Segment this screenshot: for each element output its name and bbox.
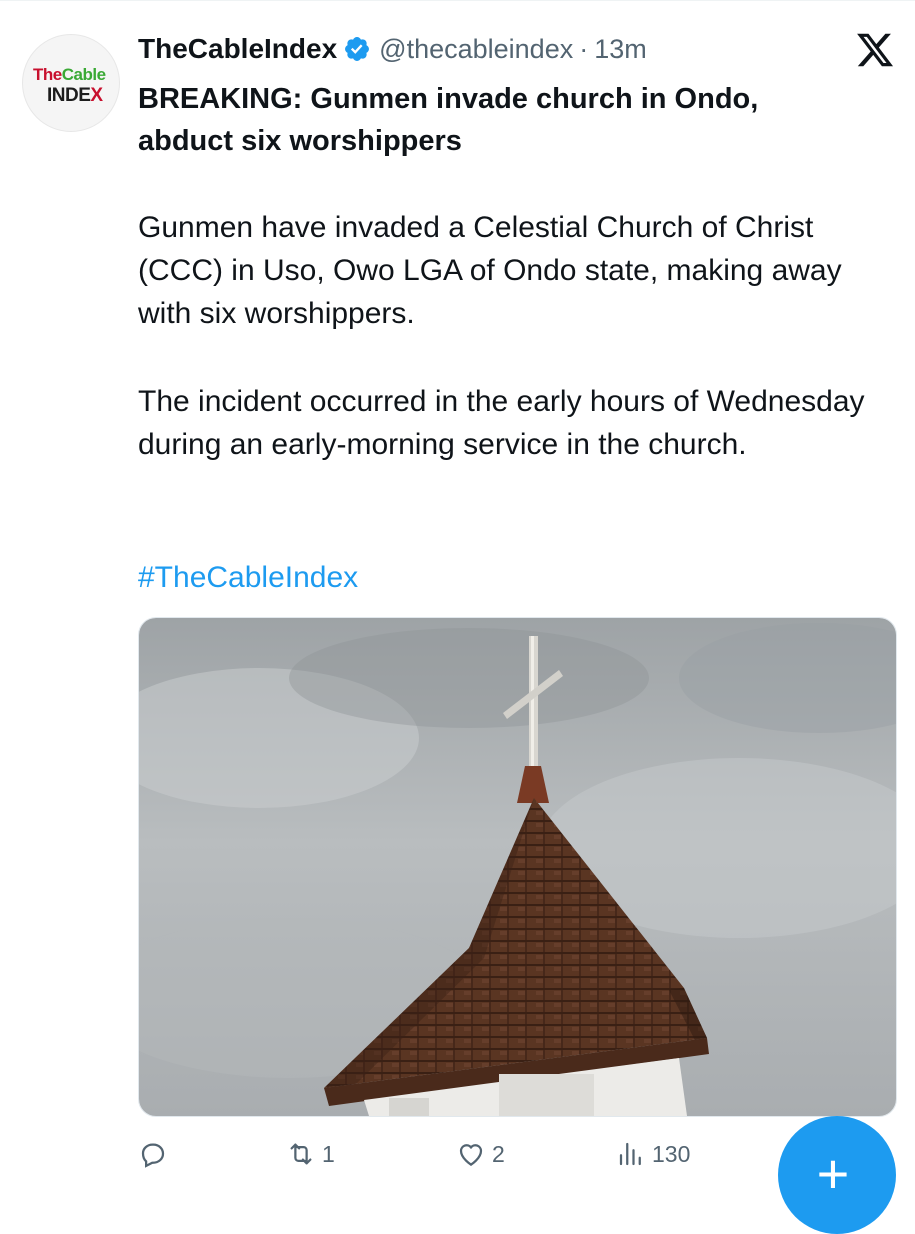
like-icon [459,1144,483,1166]
reply-button[interactable] [138,1134,174,1174]
header-separator: · [579,33,589,64]
author-handle[interactable]: @thecableindex [379,34,573,65]
x-logo-icon [857,33,894,67]
church-steeple-photo [139,618,896,1116]
retweet-count: 1 [322,1140,335,1167]
retweet-icon [290,1143,312,1165]
tweet-headline: BREAKING: Gunmen invade church in Ondo, … [138,83,759,157]
verified-icon [345,37,370,61]
views-icon [619,1142,641,1166]
hashtag-link[interactable]: #TheCableIndex [138,556,358,599]
avatar-logo-line1: TheCable [33,65,106,84]
tweet-image[interactable] [138,617,897,1117]
tweet-paragraph-2: The incident occurred in the early hours… [138,385,865,461]
compose-plus-icon: + [816,1142,850,1205]
compose-button[interactable]: + [778,1116,896,1234]
views-button[interactable]: 130 [616,1134,690,1174]
author-name[interactable]: TheCableIndex [138,33,337,65]
tweet-paragraph-1: Gunmen have invaded a Celestial Church o… [138,211,842,330]
tweet-timestamp[interactable]: 13m [594,34,647,65]
tweet-header: TheCableIndex @thecableindex · 13m [138,32,647,66]
like-count: 2 [492,1140,505,1167]
avatar-logo-line2: INDEX [47,85,103,106]
top-divider [0,0,915,11]
avatar[interactable]: TheCable INDEX [22,34,120,132]
retweet-button[interactable]: 1 [286,1134,335,1174]
views-count: 130 [652,1140,691,1167]
like-button[interactable]: 2 [456,1134,505,1174]
reply-icon [141,1143,165,1168]
